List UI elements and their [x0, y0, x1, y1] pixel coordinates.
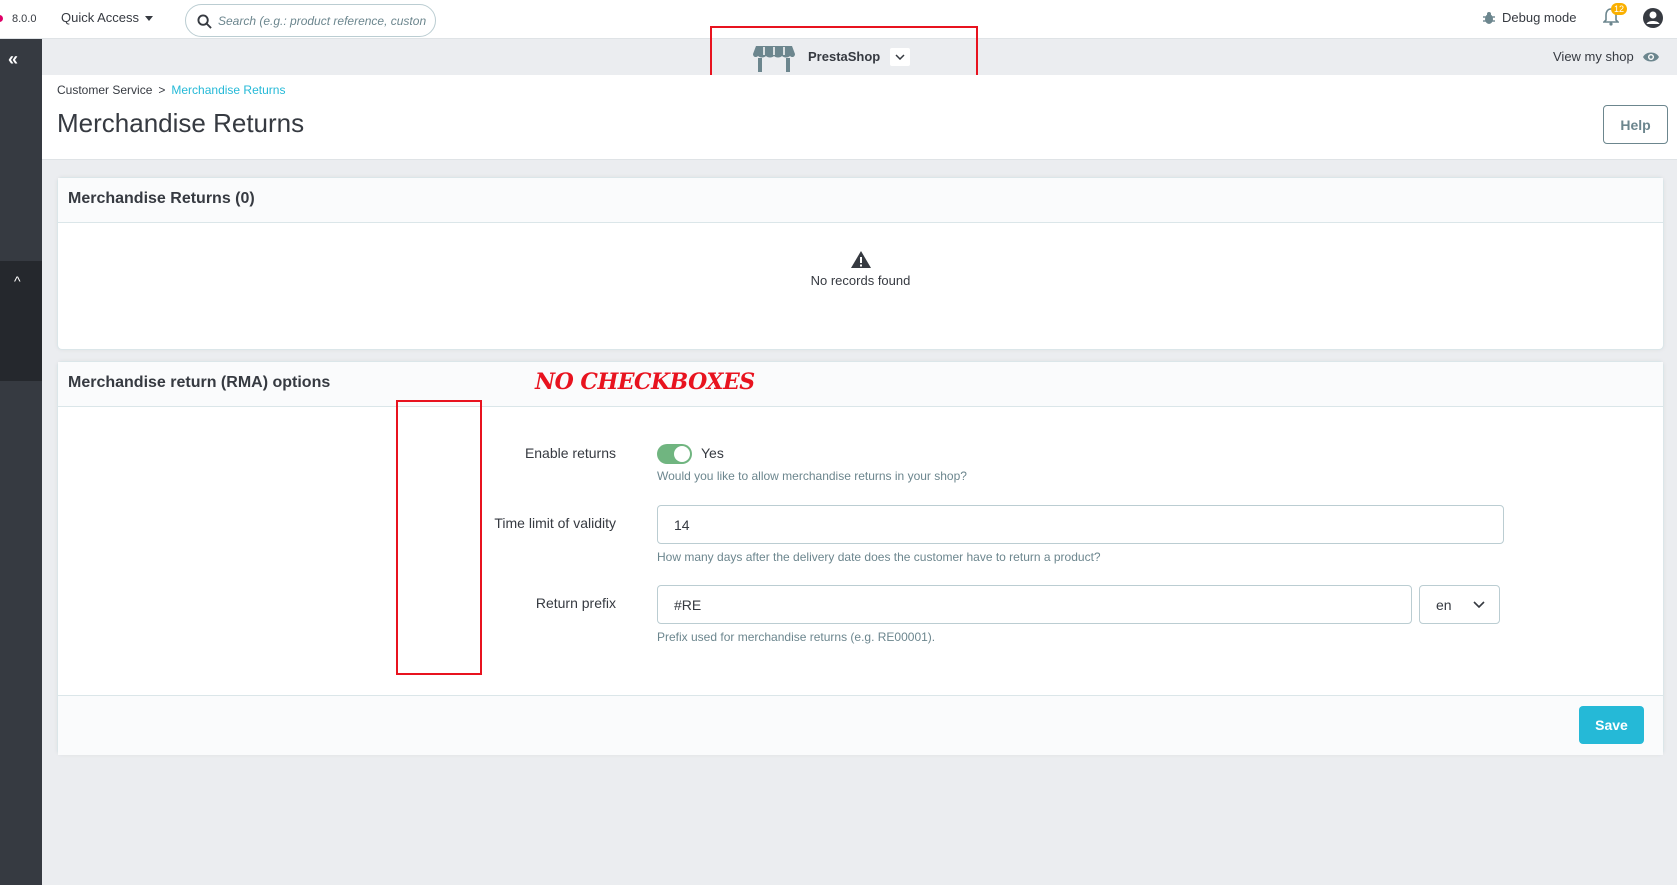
- search-box[interactable]: [185, 4, 436, 37]
- quick-access-dropdown[interactable]: Quick Access: [61, 10, 154, 25]
- collapse-sidebar-icon[interactable]: «: [8, 49, 18, 70]
- breadcrumb-parent[interactable]: Customer Service: [57, 83, 152, 97]
- language-value: en: [1436, 596, 1452, 613]
- enable-returns-value: Yes: [701, 445, 724, 461]
- enable-returns-help: Would you like to allow merchandise retu…: [657, 469, 967, 483]
- view-my-shop-label: View my shop: [1553, 49, 1634, 64]
- page-header: Customer Service > Merchandise Returns Mer…: [42, 75, 1677, 160]
- breadcrumb-current[interactable]: Merchandise Returns: [171, 83, 285, 97]
- profile-icon[interactable]: [1642, 7, 1664, 29]
- sidebar-active-section[interactable]: ^: [0, 261, 42, 381]
- panel-title: Merchandise Returns (0): [58, 178, 1663, 223]
- enable-returns-label: Enable returns: [524, 445, 616, 461]
- toggle-knob: [674, 446, 690, 462]
- breadcrumb-separator: >: [158, 83, 166, 97]
- time-limit-help: How many days after the delivery date do…: [657, 550, 1101, 564]
- caret-down-icon: [145, 16, 154, 22]
- return-prefix-label: Return prefix: [535, 595, 616, 611]
- merchandise-returns-panel: Merchandise Returns (0) No records found: [57, 177, 1664, 350]
- enable-returns-toggle[interactable]: [657, 444, 692, 464]
- return-prefix-input[interactable]: [657, 585, 1412, 624]
- chevron-up-icon[interactable]: ^: [14, 273, 21, 289]
- version-label: 8.0.0: [12, 13, 37, 25]
- empty-state: No records found: [58, 250, 1663, 288]
- return-prefix-help: Prefix used for merchandise returns (e.g…: [657, 630, 936, 644]
- logo[interactable]: [0, 15, 3, 22]
- chevron-down-icon: [1473, 601, 1485, 608]
- debug-mode-label: Debug mode: [1502, 10, 1577, 25]
- quick-access-label: Quick Access: [61, 10, 140, 25]
- warning-icon: [850, 251, 871, 268]
- language-select[interactable]: en: [1419, 585, 1500, 624]
- no-records-text: No records found: [810, 273, 911, 288]
- bug-icon: [1483, 11, 1495, 24]
- search-icon: [197, 14, 212, 29]
- view-my-shop-link[interactable]: View my shop: [1553, 49, 1660, 64]
- annotation-highlight-checkboxes: [396, 400, 482, 675]
- time-limit-label: Time limit of validity: [494, 515, 616, 531]
- breadcrumb: Customer Service > Merchandise Returns: [57, 83, 285, 97]
- search-input[interactable]: [218, 11, 430, 31]
- annotation-text: NO CHECKBOXES: [535, 369, 755, 395]
- debug-mode-link[interactable]: Debug mode: [1482, 10, 1576, 25]
- page-title: Merchandise Returns: [57, 108, 305, 138]
- panel-footer: [58, 695, 1663, 755]
- eye-icon: [1642, 52, 1659, 61]
- sidebar: « ^: [0, 39, 42, 885]
- time-limit-input[interactable]: [657, 505, 1504, 544]
- save-button[interactable]: Save: [1579, 706, 1644, 744]
- panel-title: Merchandise return (RMA) options: [58, 362, 1663, 407]
- help-button[interactable]: Help: [1603, 105, 1668, 144]
- notification-badge: 12: [1611, 3, 1628, 15]
